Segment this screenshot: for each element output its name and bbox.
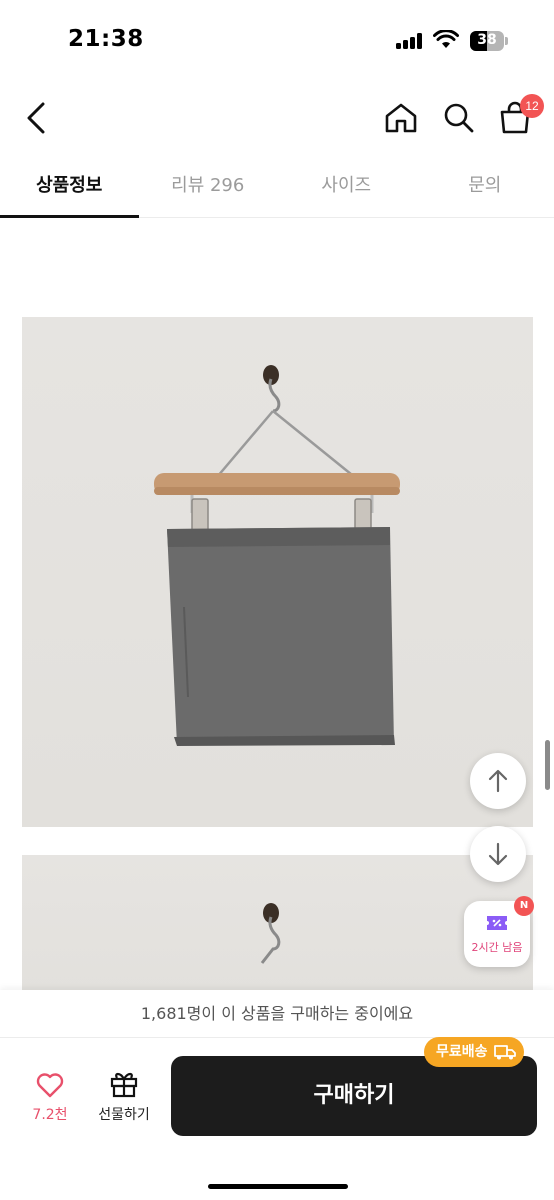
free-shipping-badge: 무료배송: [424, 1037, 524, 1067]
tab-product-info[interactable]: 상품정보: [0, 158, 139, 218]
home-button[interactable]: [378, 96, 424, 140]
home-indicator: [208, 1184, 348, 1189]
free-shipping-label: 무료배송: [436, 1044, 488, 1060]
hanger-hook-image: [260, 903, 281, 964]
chevron-left-icon: [27, 102, 45, 134]
buy-button[interactable]: 구매하기: [171, 1056, 537, 1136]
home-icon: [385, 103, 417, 133]
scroll-down-button[interactable]: [470, 826, 526, 882]
tab-size[interactable]: 사이즈: [277, 158, 416, 217]
page-scrollbar[interactable]: [545, 740, 550, 790]
back-button[interactable]: [14, 96, 58, 140]
battery-level: 38: [477, 32, 497, 48]
like-count: 7.2천: [32, 1107, 68, 1123]
scroll-up-button[interactable]: [470, 753, 526, 809]
like-button[interactable]: 7.2천: [20, 1068, 80, 1128]
wifi-icon: [433, 30, 459, 48]
new-badge: N: [514, 896, 534, 916]
heart-icon: [36, 1073, 64, 1098]
truck-icon: [493, 1045, 516, 1060]
search-icon: [444, 103, 474, 133]
buyers-notice: 1,681명이 이 상품을 구매하는 중이에요: [0, 990, 554, 1038]
status-time: 21:38: [68, 26, 144, 52]
coupon-timer-label: 2시간 남음: [471, 941, 523, 954]
gift-label: 선물하기: [98, 1107, 150, 1123]
cart-count-badge: 12: [520, 94, 544, 118]
tab-inquiry[interactable]: 문의: [416, 158, 554, 217]
purchase-bar: 1,681명이 이 상품을 구매하는 중이에요 7.2천 선물하기 구매하기 무…: [0, 990, 554, 1200]
cellular-signal-icon: [396, 33, 426, 49]
arrow-down-icon: [488, 842, 508, 866]
arrow-up-icon: [488, 769, 508, 793]
battery-icon: 38: [470, 31, 508, 51]
tab-reviews[interactable]: 리뷰 296: [139, 158, 278, 217]
product-image: [22, 855, 533, 1005]
gift-button[interactable]: 선물하기: [88, 1068, 160, 1128]
top-navigation: [0, 84, 554, 154]
gift-icon: [110, 1072, 138, 1098]
search-button[interactable]: [436, 96, 482, 140]
coupon-icon: [487, 916, 507, 930]
product-image: [22, 317, 533, 827]
product-tabs: 상품정보 리뷰 296 사이즈 문의: [0, 158, 554, 218]
skirt-on-hanger-image: [154, 365, 400, 746]
status-bar: 21:38 38: [0, 0, 554, 84]
